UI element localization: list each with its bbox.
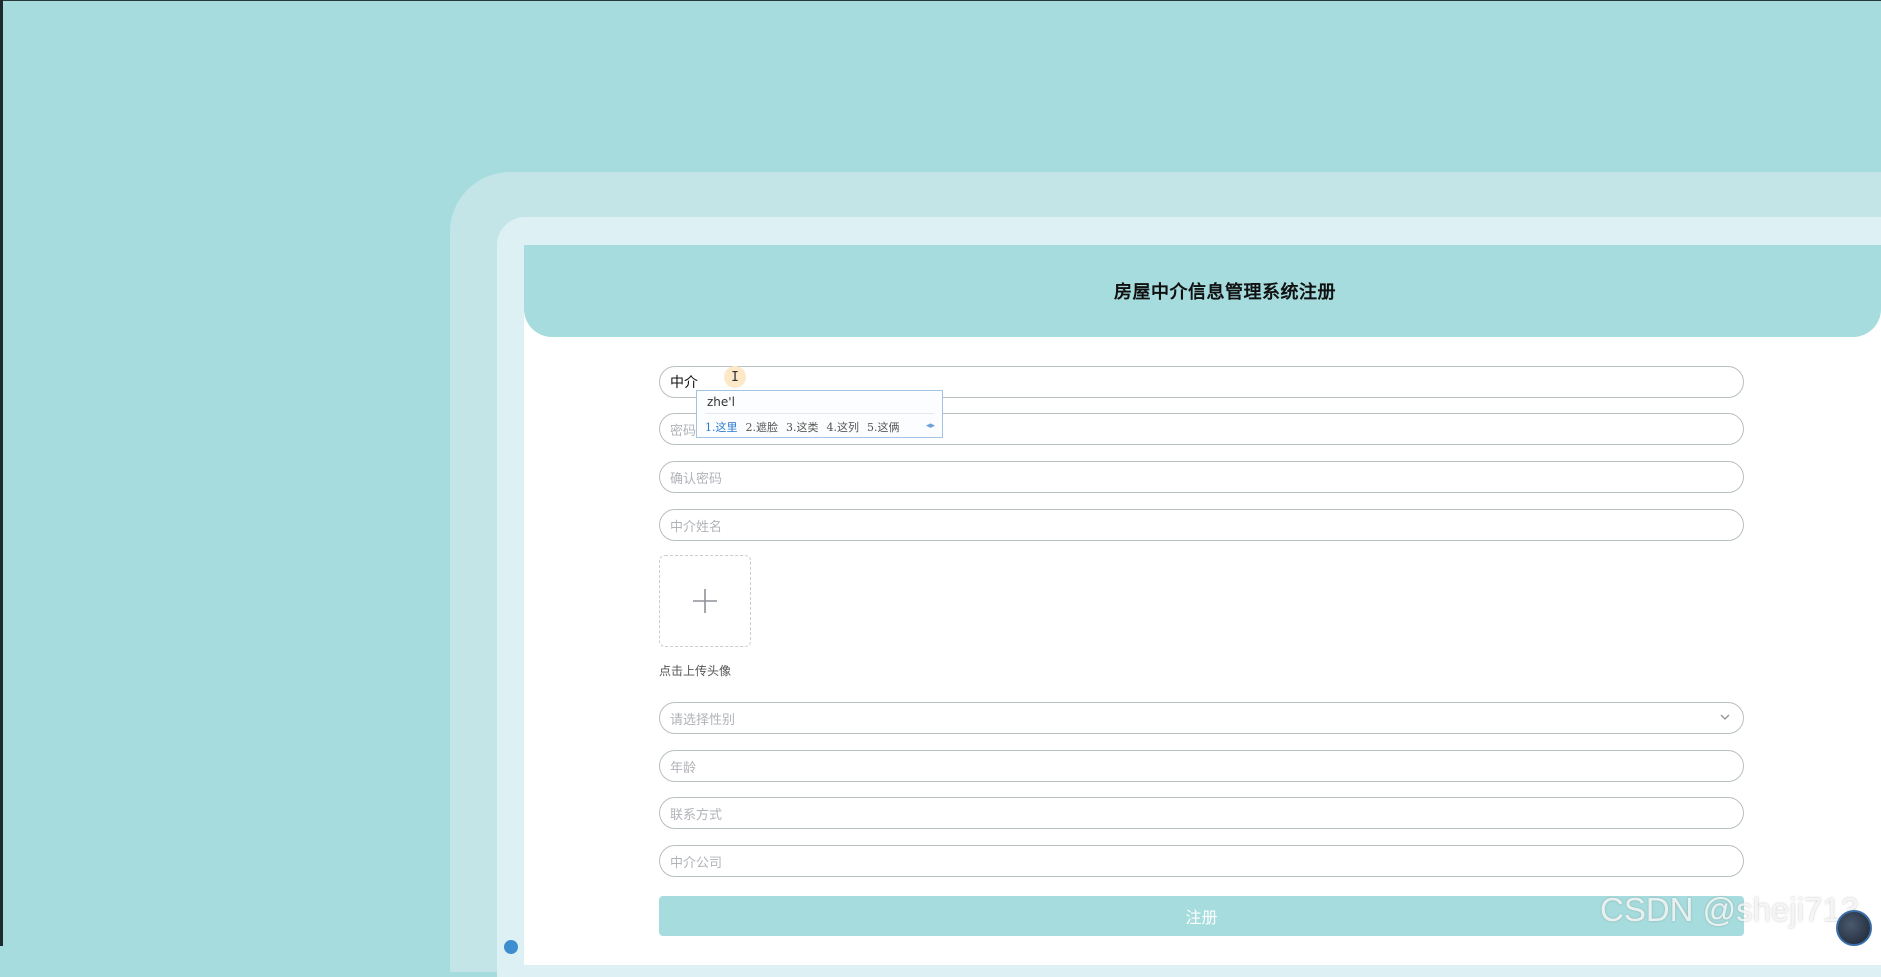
avatar-upload-hint: 点击上传头像 bbox=[659, 664, 732, 678]
register-button[interactable]: 注册 bbox=[659, 896, 1744, 936]
password-placeholder: 密码 bbox=[670, 423, 697, 439]
age-placeholder: 年龄 bbox=[670, 760, 697, 776]
watermark: CSDN @sheji713 bbox=[1600, 891, 1860, 928]
age-field[interactable]: 年龄 bbox=[659, 750, 1744, 782]
avatar bbox=[1836, 910, 1872, 946]
confirm-password-field[interactable]: 确认密码 bbox=[659, 461, 1744, 493]
avatar-upload[interactable] bbox=[659, 555, 751, 647]
window-left-edge bbox=[0, 0, 3, 946]
ime-candidate[interactable]: 5.这俩 bbox=[867, 419, 900, 435]
ime-candidate[interactable]: 3.这类 bbox=[786, 419, 819, 435]
status-dot bbox=[504, 940, 518, 954]
company-field[interactable]: 中介公司 bbox=[659, 845, 1744, 877]
ime-candidate[interactable]: 2.遮脸 bbox=[746, 419, 779, 435]
ime-candidate[interactable]: 4.这列 bbox=[827, 419, 860, 435]
confirm-password-placeholder: 确认密码 bbox=[670, 471, 723, 487]
ime-divider bbox=[705, 413, 934, 414]
contact-placeholder: 联系方式 bbox=[670, 807, 723, 823]
window-top-edge bbox=[0, 0, 1881, 1]
plus-icon bbox=[693, 589, 717, 613]
gender-select[interactable]: 请选择性别 bbox=[659, 702, 1744, 734]
text-cursor-icon: I bbox=[724, 366, 746, 388]
page-title: 房屋中介信息管理系统注册 bbox=[1114, 282, 1336, 302]
company-placeholder: 中介公司 bbox=[670, 855, 723, 871]
ime-candidate-popup: zhe'l 1.这里 2.遮脸 3.这类 4.这列 5.这俩 ◂▸ bbox=[696, 390, 943, 438]
ime-candidate-list: 1.这里 2.遮脸 3.这类 4.这列 5.这俩 bbox=[705, 419, 900, 435]
account-value: 中介 bbox=[670, 375, 698, 391]
gender-placeholder: 请选择性别 bbox=[670, 712, 736, 728]
contact-field[interactable]: 联系方式 bbox=[659, 797, 1744, 829]
register-button-label: 注册 bbox=[1185, 908, 1218, 927]
ime-page-arrows-icon[interactable]: ◂▸ bbox=[926, 421, 935, 431]
ime-input: zhe'l bbox=[707, 395, 735, 409]
chevron-down-icon bbox=[1720, 714, 1730, 720]
agent-name-placeholder: 中介姓名 bbox=[670, 519, 723, 535]
agent-name-field[interactable]: 中介姓名 bbox=[659, 509, 1744, 541]
ime-candidate[interactable]: 1.这里 bbox=[705, 419, 738, 435]
register-header: 房屋中介信息管理系统注册 bbox=[524, 245, 1881, 337]
